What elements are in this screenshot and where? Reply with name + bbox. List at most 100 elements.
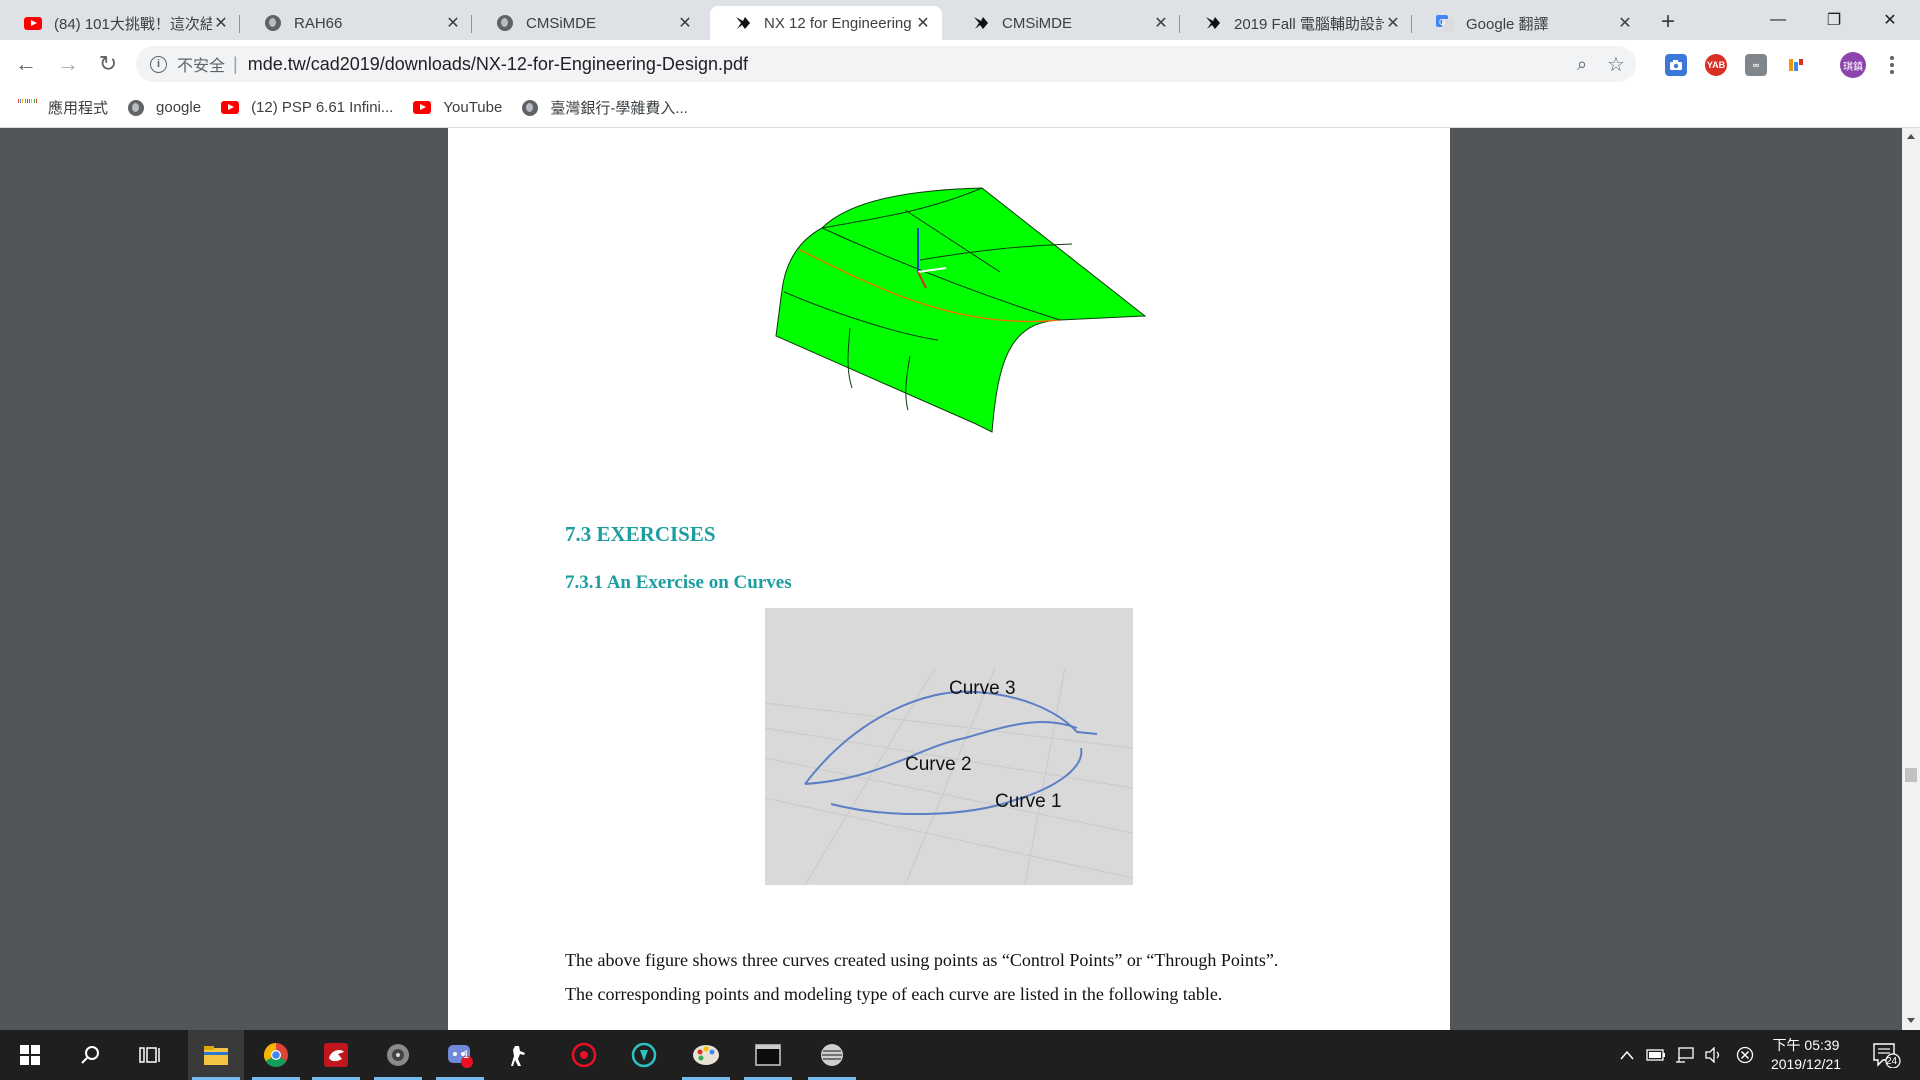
bookmark-label: google: [156, 99, 202, 116]
bookmark-label: 應用程式: [48, 100, 109, 117]
infinity-extension-icon[interactable]: ∞: [1745, 54, 1767, 76]
system-clock[interactable]: 下午 05:39 2019/12/21: [1756, 1036, 1856, 1074]
tab-title: RAH66: [294, 14, 343, 32]
garena-icon[interactable]: [308, 1030, 364, 1080]
bookmark-label: YouTube: [443, 99, 503, 116]
wifi-disconnected-icon[interactable]: [1732, 1030, 1758, 1080]
anti-virus-icon[interactable]: [556, 1030, 612, 1080]
feedly-extension-icon[interactable]: [1785, 54, 1807, 76]
close-icon[interactable]: ✕: [676, 14, 694, 32]
volume-icon[interactable]: [1700, 1030, 1726, 1080]
battery-icon[interactable]: [1643, 1030, 1669, 1080]
counter-strike-icon[interactable]: [492, 1030, 548, 1080]
search-icon[interactable]: [62, 1030, 118, 1080]
browser-toolbar: ← → ↻ i 不安全 | mde.tw/cad2019/downloads/N…: [0, 40, 1920, 88]
paragraph-line-2: The corresponding points and modeling ty…: [565, 984, 1223, 1004]
action-center-icon[interactable]: 24: [1866, 1030, 1906, 1080]
teamspeak-icon[interactable]: [616, 1030, 672, 1080]
close-icon[interactable]: ✕: [1616, 14, 1634, 32]
scroll-up-icon[interactable]: [1907, 134, 1915, 139]
section-heading: 7.3 EXERCISES: [565, 522, 716, 546]
camera-extension-icon[interactable]: [1665, 54, 1687, 76]
terminal-icon[interactable]: [740, 1030, 796, 1080]
youtube-icon: [413, 101, 432, 114]
sphere-app-icon[interactable]: [804, 1030, 860, 1080]
vertical-scrollbar[interactable]: [1902, 128, 1920, 1030]
siemens-nx-icon: [734, 14, 752, 32]
tab-cmsimde[interactable]: CMSiMDE ✕: [472, 6, 704, 40]
show-hidden-icons[interactable]: [1614, 1030, 1640, 1080]
youtube-icon: [221, 101, 240, 114]
tab-2019-fall[interactable]: 2019 Fall 電腦輔助設計 ✕: [1180, 6, 1412, 40]
bookmark-psp[interactable]: (12) PSP 6.61 Infini...: [221, 99, 393, 116]
globe-icon: [522, 99, 539, 116]
curves-figure: Curve 3 Curve 2 Curve 1: [765, 608, 1133, 885]
close-icon[interactable]: ✕: [212, 14, 230, 32]
tab-rah66[interactable]: RAH66 ✕: [240, 6, 472, 40]
paint-icon[interactable]: [678, 1030, 734, 1080]
close-icon[interactable]: ✕: [444, 14, 462, 32]
bookmark-google[interactable]: google: [128, 99, 201, 116]
restore-button[interactable]: ❐: [1806, 0, 1862, 40]
back-button[interactable]: ←: [10, 48, 42, 80]
youtube-icon: [24, 14, 42, 32]
svg-text:G: G: [1439, 18, 1445, 27]
subsection-heading: 7.3.1 An Exercise on Curves: [565, 572, 792, 593]
discord-icon[interactable]: 1: [432, 1030, 488, 1080]
paragraph-line-1: The above figure shows three curves crea…: [565, 950, 1279, 970]
info-icon[interactable]: i: [150, 55, 167, 73]
bookmark-youtube[interactable]: YouTube: [413, 99, 502, 116]
forward-button[interactable]: →: [52, 48, 84, 80]
tab-nx12-active[interactable]: NX 12 for Engineering ✕: [710, 6, 942, 40]
address-bar[interactable]: i 不安全 | mde.tw/cad2019/downloads/NX-12-f…: [136, 46, 1636, 82]
curve-1-label: Curve 1: [995, 791, 1062, 812]
windows-taskbar: 1 下午 05:39 2019/12/21 24: [0, 1030, 1920, 1080]
bookmark-label: (12) PSP 6.61 Infini...: [251, 99, 394, 116]
clock-date: 2019/12/21: [1770, 1056, 1842, 1072]
close-icon[interactable]: ✕: [914, 14, 932, 32]
discord-badge: 1: [463, 1049, 470, 1061]
tab-title: (84) 101大挑戰！這次結: [54, 15, 212, 33]
globe-icon: [496, 14, 514, 32]
bookmark-bank[interactable]: 臺灣銀行-學雜費入...: [522, 97, 688, 118]
tab-google-translate[interactable]: G Google 翻譯 ✕: [1412, 6, 1644, 40]
tab-cmsimde-2[interactable]: CMSiMDE ✕: [948, 6, 1180, 40]
chrome-menu-icon[interactable]: [1884, 52, 1900, 78]
chrome-icon[interactable]: [248, 1030, 304, 1080]
close-icon[interactable]: ✕: [1384, 14, 1402, 32]
bookmarks-bar: 應用程式 google (12) PSP 6.61 Infini... YouT…: [0, 88, 1920, 128]
bookmark-apps[interactable]: 應用程式: [18, 97, 108, 118]
tab-title: 2019 Fall 電腦輔助設計: [1234, 15, 1384, 33]
tab-title: Google 翻譯: [1466, 15, 1549, 33]
windows-start-icon[interactable]: [2, 1030, 58, 1080]
siemens-nx-icon: [972, 14, 990, 32]
yab-extension-icon[interactable]: YAB: [1705, 54, 1727, 76]
task-view-icon[interactable]: [122, 1030, 178, 1080]
bookmark-star-icon[interactable]: ☆: [1602, 50, 1630, 78]
tab-title: CMSiMDE: [526, 14, 596, 32]
tab-title: NX 12 for Engineering: [764, 14, 912, 32]
url-text[interactable]: mde.tw/cad2019/downloads/NX-12-for-Engin…: [248, 54, 748, 75]
profile-avatar[interactable]: 琪鎮: [1840, 52, 1866, 78]
close-window-button[interactable]: ✕: [1862, 0, 1918, 40]
reload-button[interactable]: ↻: [92, 48, 124, 80]
close-icon[interactable]: ✕: [1152, 14, 1170, 32]
zoom-icon[interactable]: ⌕: [1568, 50, 1596, 78]
minimize-button[interactable]: —: [1750, 0, 1806, 40]
network-icon[interactable]: [1672, 1030, 1698, 1080]
apps-grid-icon: [18, 98, 36, 117]
notification-count: 24: [1886, 1056, 1898, 1067]
new-tab-button[interactable]: +: [1652, 8, 1684, 36]
scroll-thumb[interactable]: [1905, 768, 1917, 782]
tab-strip: (84) 101大挑戰！這次結 ✕ RAH66 ✕ CMSiMDE ✕ NX 1…: [0, 0, 1920, 40]
file-explorer-icon[interactable]: [188, 1030, 244, 1080]
curve-3-label: Curve 3: [949, 678, 1016, 699]
app-icon[interactable]: [370, 1030, 426, 1080]
scroll-down-icon[interactable]: [1907, 1018, 1915, 1023]
security-status: 不安全: [177, 58, 226, 75]
url-divider: |: [233, 53, 238, 74]
clock-time: 下午 05:39: [1772, 1037, 1840, 1053]
globe-icon: [264, 14, 282, 32]
curve-2-label: Curve 2: [905, 754, 972, 775]
tab-youtube-101[interactable]: (84) 101大挑戰！這次結 ✕: [0, 6, 240, 40]
